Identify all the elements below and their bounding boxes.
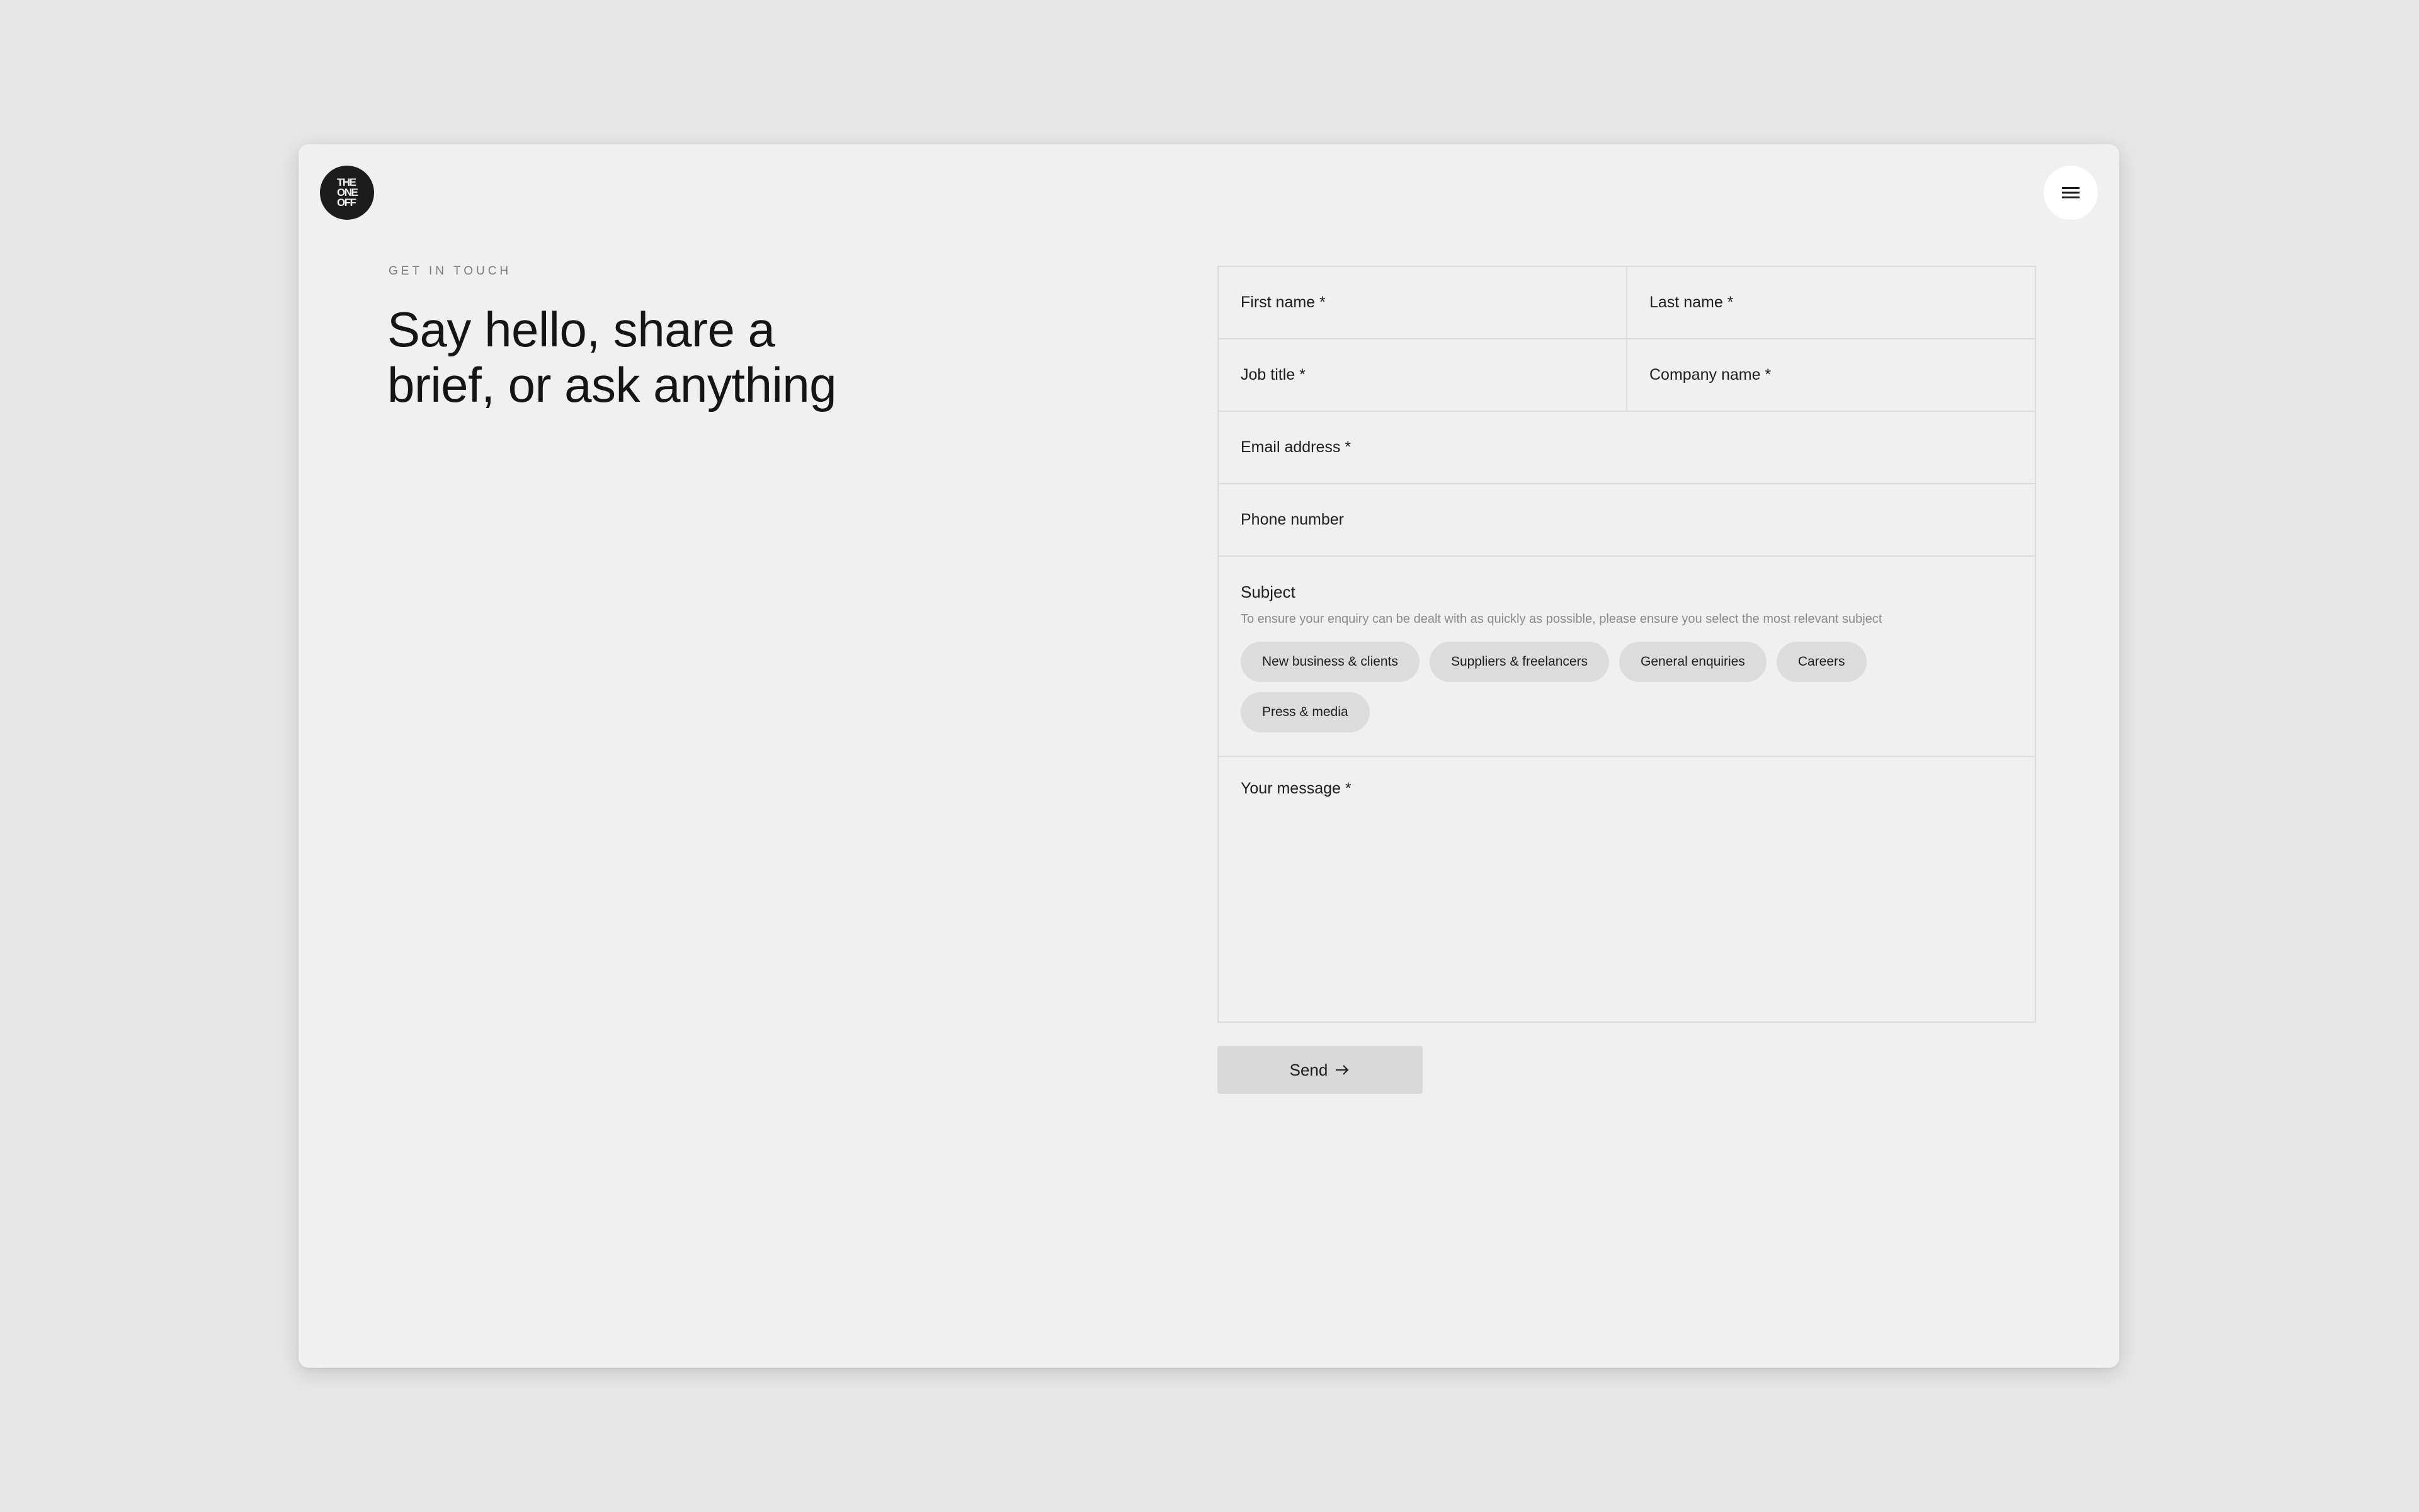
hamburger-menu-icon (2062, 187, 2080, 198)
the-one-off-logo-icon: THE ONE OFF (337, 176, 359, 208)
send-label: Send (1289, 1060, 1328, 1079)
message-field[interactable]: Your message * (1219, 757, 2035, 1021)
phone-placeholder: Phone number (1241, 511, 1345, 528)
first-name-field[interactable]: First name * (1219, 267, 1626, 338)
eyebrow-label: GET IN TOUCH (389, 264, 512, 278)
company-name-field[interactable]: Company name * (1626, 339, 2035, 411)
last-name-placeholder: Last name * (1649, 293, 1734, 311)
brand-logo[interactable]: THE ONE OFF (320, 166, 374, 220)
page-headline: Say hello, share a brief, or ask anythin… (387, 302, 837, 412)
svg-text:OFF: OFF (337, 196, 356, 208)
main-panel: THE ONE OFF GET IN TOUCH Say hello, shar… (299, 144, 2119, 1368)
email-row: Email address * (1219, 412, 2035, 484)
subject-section: Subject To ensure your enquiry can be de… (1219, 557, 2035, 757)
menu-button[interactable] (2044, 166, 2098, 220)
phone-field[interactable]: Phone number (1219, 484, 2035, 555)
first-name-placeholder: First name * (1241, 293, 1326, 311)
email-field[interactable]: Email address * (1219, 412, 2035, 483)
arrow-right-icon (1336, 1065, 1349, 1075)
last-name-field[interactable]: Last name * (1626, 267, 2035, 338)
email-placeholder: Email address * (1241, 438, 1352, 456)
subject-chip-suppliers[interactable]: Suppliers & freelancers (1429, 642, 1610, 682)
job-title-placeholder: Job title * (1241, 366, 1306, 384)
subject-hint: To ensure your enquiry can be dealt with… (1241, 612, 1882, 626)
subject-chip-general-enquiries[interactable]: General enquiries (1619, 642, 1767, 682)
name-row: First name * Last name * (1219, 267, 2035, 339)
subject-options: New business & clients Suppliers & freel… (1241, 642, 1959, 732)
job-title-field[interactable]: Job title * (1219, 339, 1626, 411)
subject-chip-press-media[interactable]: Press & media (1241, 692, 1370, 732)
subject-chip-careers[interactable]: Careers (1776, 642, 1867, 682)
company-name-placeholder: Company name * (1649, 366, 1772, 384)
contact-form: First name * Last name * Job title * Com… (1217, 266, 2036, 1023)
phone-row: Phone number (1219, 484, 2035, 557)
subject-label: Subject (1241, 583, 1295, 601)
job-row: Job title * Company name * (1219, 339, 2035, 412)
send-button[interactable]: Send (1217, 1046, 1423, 1094)
subject-chip-new-business[interactable]: New business & clients (1241, 642, 1420, 682)
message-placeholder: Your message * (1241, 780, 1352, 797)
